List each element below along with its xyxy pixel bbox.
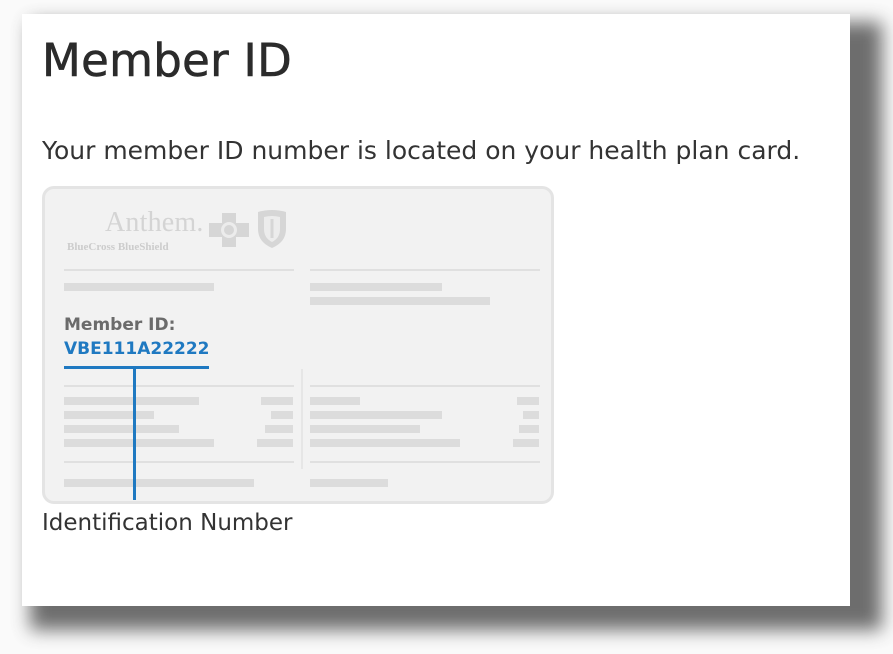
card-text-placeholder (519, 425, 539, 433)
member-id-value: VBE111A22222 (64, 339, 210, 359)
card-column-divider (301, 369, 303, 469)
card-text-placeholder (64, 397, 199, 405)
card-text-placeholder (310, 297, 490, 305)
identification-number-label: Identification Number (42, 510, 293, 536)
card-divider (310, 461, 540, 463)
card-divider (64, 461, 294, 463)
card-text-placeholder (257, 439, 293, 447)
card-divider (64, 385, 294, 387)
member-id-label: Member ID: (64, 315, 176, 335)
card-text-placeholder (271, 411, 293, 419)
blue-cross-icon (209, 213, 249, 247)
card-divider (64, 269, 294, 271)
card-text-placeholder (310, 439, 460, 447)
member-id-underline (64, 366, 209, 369)
card-text-placeholder (265, 425, 293, 433)
card-divider (310, 269, 540, 271)
card-text-placeholder (310, 425, 420, 433)
card-text-placeholder (513, 439, 539, 447)
card-text-placeholder (64, 411, 154, 419)
page-title: Member ID (42, 34, 293, 88)
brand-logo: Anthem. BlueCross BlueShield (65, 207, 295, 257)
card-text-placeholder (64, 283, 214, 291)
blue-shield-icon (258, 210, 286, 248)
card-text-placeholder (310, 411, 442, 419)
card-text-placeholder (523, 411, 539, 419)
brand-subtitle: BlueCross BlueShield (67, 241, 169, 253)
brand-name: Anthem. (105, 207, 204, 238)
card-text-placeholder (64, 425, 179, 433)
intro-text: Your member ID number is located on your… (42, 136, 801, 165)
health-plan-card-illustration: Anthem. BlueCross BlueShield Member ID: … (42, 186, 554, 504)
card-text-placeholder (310, 283, 442, 291)
card-text-placeholder (261, 397, 293, 405)
card-text-placeholder (310, 479, 388, 487)
card-text-placeholder (64, 479, 254, 487)
card-divider (310, 385, 540, 387)
card-text-placeholder (64, 439, 214, 447)
card-text-placeholder (517, 397, 539, 405)
card-text-placeholder (310, 397, 360, 405)
callout-pointer-line (133, 368, 136, 500)
